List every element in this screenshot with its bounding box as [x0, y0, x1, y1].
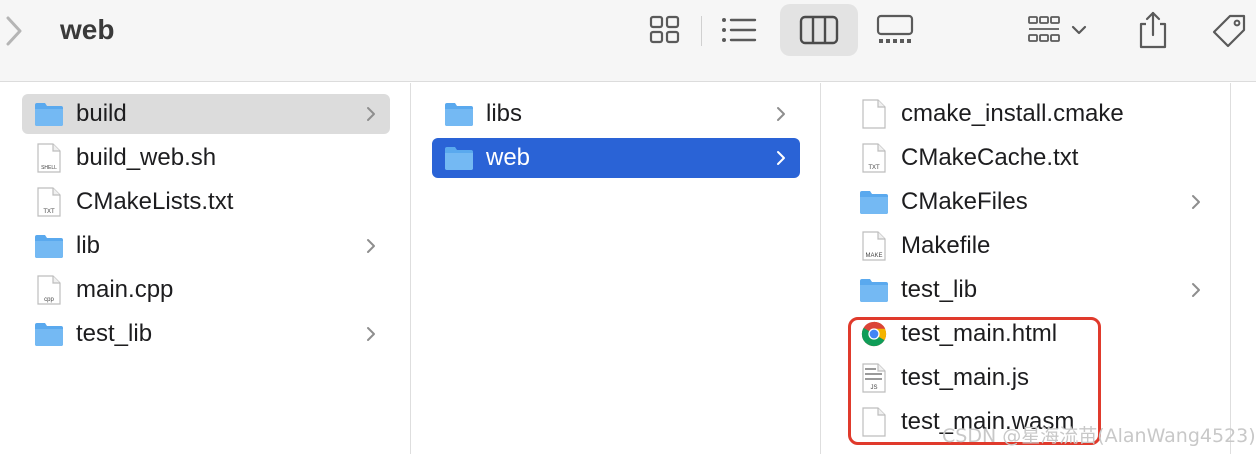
- item-label: CMakeCache.txt: [901, 144, 1079, 171]
- document-icon: [859, 407, 889, 437]
- document-icon: TXT: [859, 143, 889, 173]
- column-4-edge: [1231, 83, 1256, 454]
- item-label: test_main.html: [901, 320, 1058, 347]
- item-label: build: [76, 100, 127, 127]
- gallery-icon: [876, 14, 914, 43]
- chevron-right-icon: [364, 314, 378, 354]
- list-icon: [722, 18, 757, 42]
- file-item[interactable]: TXT CMakeCache.txt: [847, 138, 1215, 178]
- chevron-right-icon: [364, 94, 378, 134]
- file-item[interactable]: SHELL build_web.sh: [22, 138, 390, 178]
- item-label: main.cpp: [76, 276, 174, 303]
- group-icon: [1028, 16, 1060, 42]
- share-icon: [1139, 11, 1167, 49]
- document-icon: cpp: [34, 275, 64, 305]
- item-label: CMakeFiles: [901, 188, 1028, 215]
- folder-item[interactable]: test_lib: [22, 314, 390, 354]
- tag-button[interactable]: [1204, 4, 1254, 56]
- item-label: web: [486, 144, 531, 171]
- file-item[interactable]: cmake_install.cmake: [847, 94, 1215, 134]
- window-title: web: [60, 14, 115, 45]
- folder-item[interactable]: web: [432, 138, 800, 178]
- svg-text:TXT: TXT: [43, 209, 55, 215]
- file-item[interactable]: test_main.html: [847, 314, 1215, 354]
- toolbar: web: [0, 0, 1256, 82]
- group-button[interactable]: [1016, 4, 1098, 56]
- folder-item[interactable]: CMakeFiles: [847, 182, 1215, 222]
- folder-icon: [444, 143, 474, 173]
- svg-text:SHELL: SHELL: [41, 165, 57, 171]
- item-label: Makefile: [901, 232, 991, 259]
- gallery-view-button[interactable]: [868, 4, 922, 56]
- folder-item[interactable]: build: [22, 94, 390, 134]
- chevron-right-icon: [1189, 270, 1203, 310]
- svg-text:JS: JS: [870, 385, 877, 391]
- file-item[interactable]: TXT CMakeLists.txt: [22, 182, 390, 222]
- share-button[interactable]: [1128, 4, 1178, 56]
- chevron-right-icon: [774, 138, 788, 178]
- columns-icon: [799, 15, 839, 45]
- chevron-down-icon: [1071, 25, 1087, 35]
- item-label: CMakeLists.txt: [76, 188, 234, 215]
- folder-icon: [34, 231, 64, 261]
- document-icon: TXT: [34, 187, 64, 217]
- document-icon: [859, 99, 889, 129]
- folder-icon: [859, 275, 889, 305]
- item-label: test_lib: [76, 320, 153, 347]
- file-item[interactable]: cpp main.cpp: [22, 270, 390, 310]
- back-chevron-icon[interactable]: [2, 14, 24, 48]
- file-item[interactable]: JS test_main.js: [847, 358, 1215, 398]
- svg-text:TXT: TXT: [868, 165, 880, 171]
- item-label: lib: [76, 232, 101, 259]
- item-label: cmake_install.cmake: [901, 100, 1124, 127]
- folder-item[interactable]: lib: [22, 226, 390, 266]
- svg-text:MAKE: MAKE: [865, 253, 882, 259]
- file-item[interactable]: MAKE Makefile: [847, 226, 1215, 266]
- svg-text:cpp: cpp: [44, 297, 54, 303]
- folder-icon: [34, 319, 64, 349]
- chevron-right-icon: [364, 226, 378, 266]
- grid-icon: [649, 15, 680, 44]
- chevron-right-icon: [774, 94, 788, 134]
- column-view-button[interactable]: [780, 4, 858, 56]
- chevron-right-icon: [1189, 182, 1203, 222]
- item-label: libs: [486, 100, 523, 127]
- watermark: CSDN @星海流苗(AlanWang4523): [942, 425, 1256, 447]
- list-view-button[interactable]: [714, 4, 764, 56]
- toolbar-divider: [701, 16, 702, 46]
- folder-icon: [859, 187, 889, 217]
- folder-item[interactable]: test_lib: [847, 270, 1215, 310]
- folder-item[interactable]: libs: [432, 94, 800, 134]
- tag-icon: [1212, 14, 1246, 48]
- item-label: build_web.sh: [76, 144, 217, 171]
- item-label: test_lib: [901, 276, 978, 303]
- item-label: test_main.js: [901, 364, 1030, 391]
- document-icon: SHELL: [34, 143, 64, 173]
- folder-icon: [444, 99, 474, 129]
- folder-icon: [34, 99, 64, 129]
- document-icon: JS: [859, 363, 889, 393]
- document-icon: MAKE: [859, 231, 889, 261]
- chrome-html-icon: [859, 319, 889, 349]
- icon-view-button[interactable]: [640, 4, 690, 56]
